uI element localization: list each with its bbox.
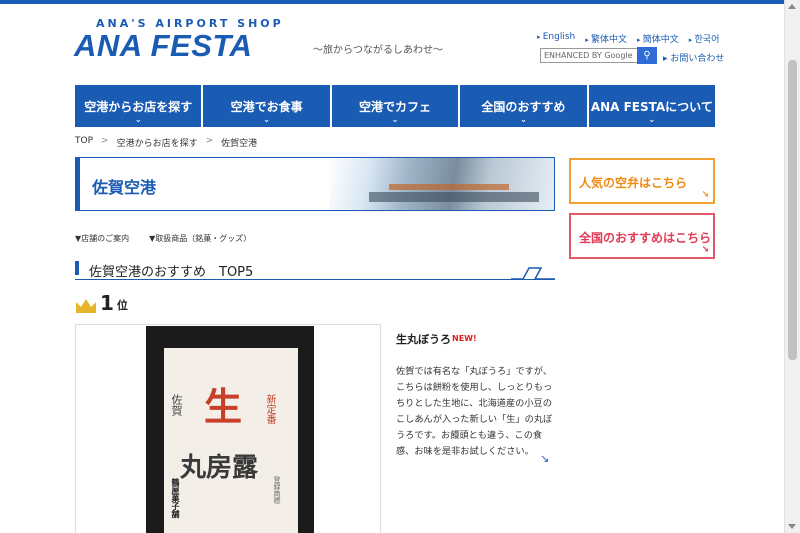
- package-brand: 鶴屋菓子舗: [171, 478, 180, 518]
- package-new-text: 新定番: [264, 394, 275, 424]
- product-name: 生丸ぼうろ: [396, 333, 451, 346]
- chevron-down-icon: ⌄: [391, 115, 399, 124]
- popular-bento-button[interactable]: 人気の空弁はこちら ↘: [569, 158, 715, 204]
- anchor-products[interactable]: ▼取扱商品（銘菓・グッズ）: [149, 233, 251, 244]
- chevron-down-icon: ⌄: [263, 115, 270, 124]
- package-main-character: 生: [204, 384, 243, 429]
- airport-photo: [329, 158, 554, 210]
- nav-find-shop[interactable]: 空港からお店を探す ⌄: [75, 85, 202, 127]
- language-links: English 繁体中文 簡体中文 한국어: [537, 32, 720, 45]
- nav-label: 空港でお食事: [230, 100, 303, 114]
- anchor-links: ▼店舗のご案内 ▼取扱商品（銘菓・グッズ）: [75, 233, 251, 244]
- lang-link-traditional-chinese[interactable]: 繁体中文: [585, 32, 627, 45]
- lang-link-simplified-chinese[interactable]: 簡体中文: [637, 32, 679, 45]
- chevron-down-icon: ⌄: [648, 115, 656, 124]
- airport-banner: 佐賀空港: [75, 157, 555, 211]
- nav-cafe[interactable]: 空港でカフェ ⌄: [331, 85, 459, 127]
- crown-icon: [76, 299, 96, 313]
- tagline: ～旅からつながるしあわせ～: [313, 45, 443, 56]
- nav-label: ANA FESTAについて: [590, 100, 713, 114]
- scroll-up-icon[interactable]: [788, 4, 796, 9]
- nav-dining[interactable]: 空港でお食事 ⌄: [203, 85, 330, 127]
- nav-label: 空港でカフェ: [359, 100, 432, 114]
- section-heading: 佐賀空港のおすすめ TOP5: [75, 260, 555, 280]
- breadcrumb-separator-icon: >: [101, 136, 109, 146]
- product-package: 佐賀 生 新定番 丸房露 登録商標 鶴屋菓子舗: [164, 348, 298, 533]
- top-accent-bar: [0, 0, 800, 4]
- heading-decoration-icon: [511, 267, 555, 280]
- main-nav: 空港からお店を探す ⌄ 空港でお食事 ⌄ 空港でカフェ ⌄ 全国のおすすめ ⌄ ANA …: [75, 85, 716, 127]
- heading-marker: [75, 261, 79, 275]
- scroll-down-icon[interactable]: [788, 524, 796, 529]
- nav-about[interactable]: ANA FESTAについて ⌄: [588, 85, 716, 127]
- section-title: 佐賀空港のおすすめ TOP5: [89, 265, 254, 280]
- breadcrumb-find-shop[interactable]: 空港からお店を探す: [117, 136, 198, 149]
- contact-label: お問い合わせ: [670, 54, 725, 64]
- arrow-icon: ↘: [701, 245, 709, 255]
- breadcrumb-current: 佐賀空港: [221, 139, 258, 149]
- package-trademark: 登録商標: [273, 476, 281, 504]
- nav-recommend[interactable]: 全国のおすすめ ⌄: [460, 85, 587, 127]
- nationwide-recommend-label: 全国のおすすめはこちら: [579, 231, 712, 245]
- package-region-text: 佐賀: [170, 394, 183, 416]
- lang-link-english[interactable]: English: [537, 32, 576, 45]
- chevron-down-icon: ⌄: [134, 115, 142, 124]
- page-title: 佐賀空港: [92, 178, 157, 197]
- nationwide-recommend-button[interactable]: 全国のおすすめはこちら ↘: [569, 213, 715, 259]
- lang-link-korean[interactable]: 한국어: [689, 32, 720, 45]
- arrow-icon: ↘: [701, 190, 709, 200]
- anchor-shop-info[interactable]: ▼店舗のご案内: [75, 233, 129, 244]
- popular-bento-label: 人気の空弁はこちら: [579, 176, 688, 190]
- contact-link[interactable]: ▸ お問い合わせ: [663, 51, 724, 64]
- package-product-name: 丸房露: [180, 453, 259, 483]
- scrollbar[interactable]: [784, 0, 800, 533]
- scroll-thumb[interactable]: [788, 60, 797, 360]
- rank-number: 1: [100, 291, 114, 315]
- nav-label: 全国のおすすめ: [481, 100, 566, 114]
- chevron-down-icon: ⌄: [520, 115, 527, 124]
- search-button[interactable]: ⚲: [637, 47, 657, 64]
- rank-label: 1 位: [75, 291, 128, 315]
- search-icon: ⚲: [643, 50, 651, 61]
- product-photo: 佐賀 生 新定番 丸房露 登録商標 鶴屋菓子舗: [146, 326, 314, 533]
- breadcrumb-top[interactable]: TOP: [75, 136, 93, 149]
- product-image-card: 佐賀 生 新定番 丸房露 登録商標 鶴屋菓子舗: [75, 324, 381, 533]
- product-description: 佐賀では有名な「丸ぼうろ」ですが、こちらは餅粉を使用し、しっとりもっちりとした生…: [396, 366, 553, 457]
- site-logo[interactable]: ANA FESTA: [74, 28, 252, 64]
- rank-suffix: 位: [116, 299, 128, 312]
- new-badge: NEW!: [452, 334, 477, 343]
- breadcrumb: TOP > 空港からお店を探す > 佐賀空港: [75, 136, 257, 149]
- nav-label: 空港からお店を探す: [84, 100, 193, 114]
- product-detail-arrow-icon[interactable]: ↘: [540, 452, 549, 465]
- breadcrumb-separator-icon: >: [205, 136, 214, 146]
